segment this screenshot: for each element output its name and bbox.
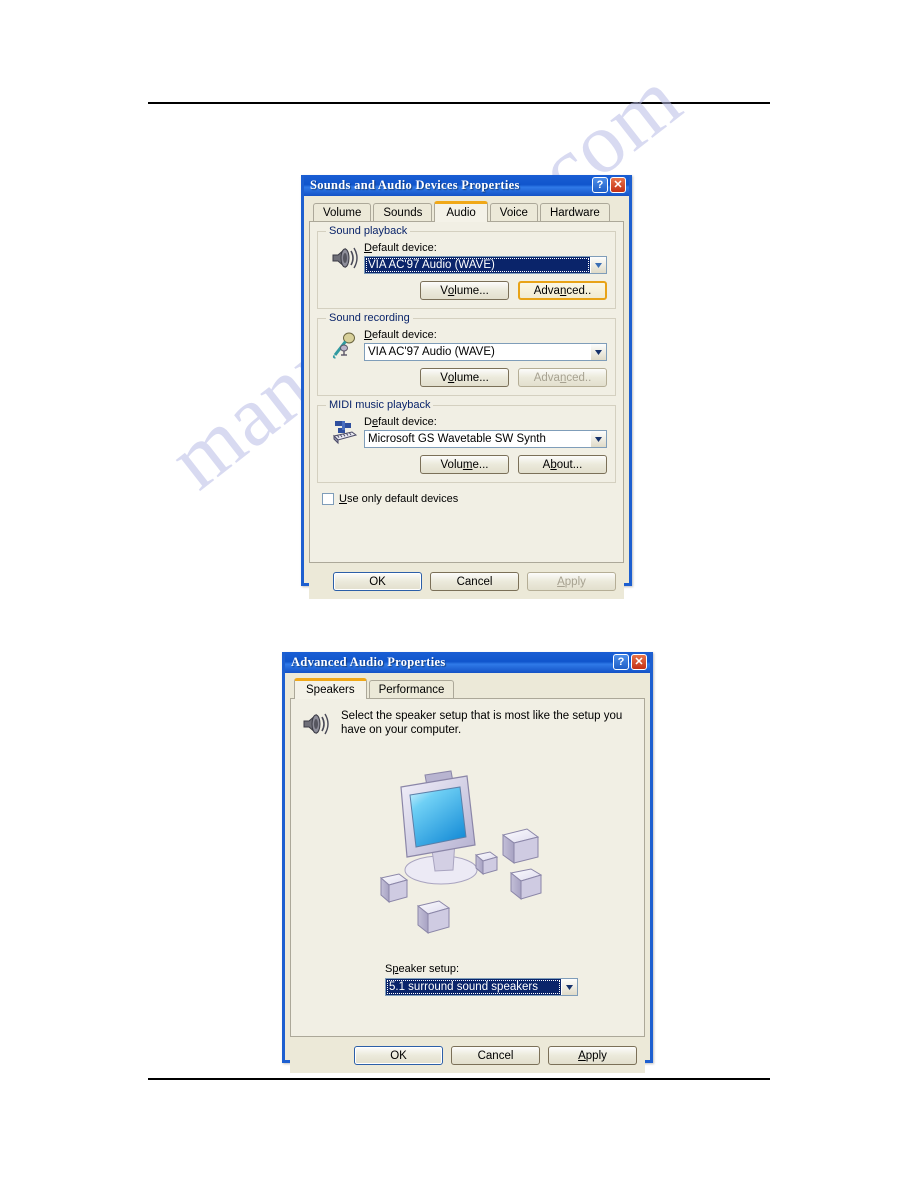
cancel-button[interactable]: Cancel [430,572,519,591]
dialog-body: Speakers Performance Select the speaker … [285,673,650,1073]
recording-device-combobox[interactable]: VIA AC'97 Audio (WAVE) [364,343,607,361]
recording-default-device-label: Default device: [364,329,437,341]
midi-device-combobox[interactable]: Microsoft GS Wavetable SW Synth [364,430,607,448]
playback-button-row: Vo lume... Adva n ced.. [364,281,607,300]
recording-button-row: Vo lume... Adva n ced.. [364,368,607,387]
close-icon[interactable]: ✕ [631,654,647,670]
dialog-footer: OK Cancel Apply [290,1037,645,1073]
midi-volume-button[interactable]: Volu m e... [420,455,509,474]
microphone-icon [326,329,364,387]
midi-group-label: MIDI music playback [326,399,434,411]
playback-device-combobox[interactable]: VIA AC'97 Audio (WAVE) [364,256,607,274]
recording-device-value: VIA AC'97 Audio (WAVE) [368,346,495,358]
chevron-down-icon[interactable] [590,257,606,273]
midi-button-row: Volu m e... Ab out... [364,455,607,474]
midi-device-value: Microsoft GS Wavetable SW Synth [368,433,546,445]
tabstrip: Volume Sounds Audio Voice Hardware [309,201,624,222]
speakers-intro-text: Select the speaker setup that is most li… [341,710,623,736]
recording-volume-button[interactable]: Vo lume... [420,368,509,387]
apply-button[interactable]: Apply [548,1046,637,1065]
ok-button[interactable]: OK [354,1046,443,1065]
sound-recording-group: Sound recording Default device: VIA AC'9… [317,312,616,396]
sounds-and-audio-devices-dialog: Sounds and Audio Devices Properties ? ✕ … [301,175,632,599]
speaker-setup-label: Speaker setup: [385,963,460,975]
tab-volume[interactable]: Volume [313,203,372,221]
ok-button[interactable]: OK [333,572,422,591]
tab-speakers[interactable]: Speakers [294,678,367,699]
dialog-titlebar: Sounds and Audio Devices Properties ? ✕ [304,175,629,196]
playback-device-value: VIA AC'97 Audio (WAVE) [365,257,590,273]
cancel-button[interactable]: Cancel [451,1046,540,1065]
tabstrip: Speakers Performance [290,678,645,699]
speaker-setup-combobox[interactable]: 5.1 surround sound speakers [385,978,578,996]
tab-performance[interactable]: Performance [368,680,455,698]
dialog-title: Sounds and Audio Devices Properties [310,178,520,192]
tab-voice[interactable]: Voice [489,203,538,221]
monitor-with-surround-speakers-illustration [291,749,644,949]
midi-keyboard-icon [326,416,364,474]
midi-music-playback-group: MIDI music playback Default device: Micr… [317,399,616,483]
use-only-default-devices-checkbox[interactable] [322,493,334,505]
speakers-intro: Select the speaker setup that is most li… [291,699,644,743]
tab-hardware[interactable]: Hardware [539,203,610,221]
audio-tab-panel: Sound playback Default device: VIA AC'97… [309,221,624,563]
sound-recording-group-label: Sound recording [326,312,413,324]
page-bottom-rule [148,1078,770,1080]
speaker-setup-section: Speaker setup: 5.1 surround sound speake… [291,963,644,996]
playback-advanced-button[interactable]: Adva n ced.. [518,281,607,300]
page-top-rule [148,102,770,104]
speaker-setup-value: 5.1 surround sound speakers [386,979,561,995]
advanced-audio-properties-dialog: Advanced Audio Properties ? ✕ Speakers P… [282,652,653,1073]
playback-default-device-label: Default device: [364,242,437,254]
dialog-footer: OK Cancel Apply [309,563,624,599]
midi-default-device-label: Default device: [364,416,437,428]
recording-advanced-button: Adva n ced.. [518,368,607,387]
chevron-down-icon[interactable] [561,979,577,995]
speaker-icon [301,709,341,743]
use-only-default-devices-label: Use only default devices [339,493,459,505]
dialog-body: Volume Sounds Audio Voice Hardware Sound… [304,196,629,599]
sound-playback-group-label: Sound playback [326,225,411,237]
tab-audio[interactable]: Audio [434,201,488,222]
sound-playback-group: Sound playback Default device: VIA AC'97… [317,225,616,309]
use-only-default-devices-row[interactable]: Use only default devices [322,493,623,505]
titlebar-button-group: ? ✕ [613,654,647,670]
tab-sounds[interactable]: Sounds [373,203,433,221]
speaker-icon [326,242,364,300]
help-icon[interactable]: ? [613,654,629,670]
titlebar-button-group: ? ✕ [592,177,626,193]
dialog-title: Advanced Audio Properties [291,655,446,669]
speakers-tab-panel: Select the speaker setup that is most li… [290,698,645,1037]
dialog-titlebar: Advanced Audio Properties ? ✕ [285,652,650,673]
apply-button: Apply [527,572,616,591]
help-icon[interactable]: ? [592,177,608,193]
chevron-down-icon[interactable] [590,344,606,360]
close-icon[interactable]: ✕ [610,177,626,193]
midi-about-button[interactable]: Ab out... [518,455,607,474]
chevron-down-icon[interactable] [590,431,606,447]
playback-volume-button[interactable]: Vo lume... [420,281,509,300]
